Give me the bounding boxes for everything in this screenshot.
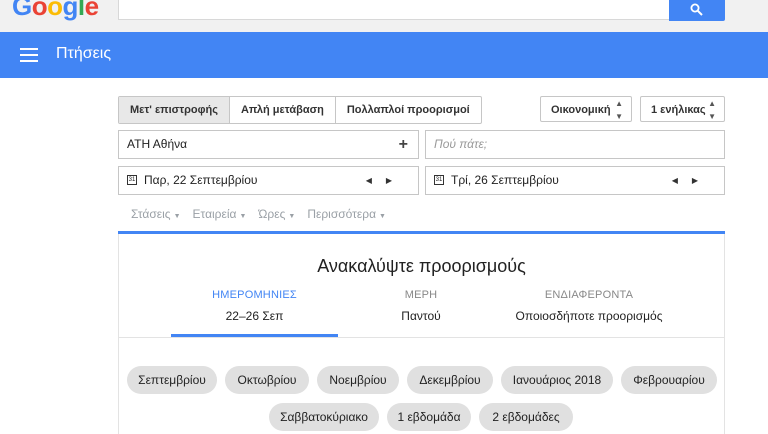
date-prev-next-icons[interactable]: ◀▶: [672, 167, 712, 194]
hamburger-menu-icon[interactable]: [20, 48, 38, 62]
chip-duration[interactable]: 2 εβδομάδες: [479, 403, 573, 431]
updown-arrows-icon: ▲ ▼: [615, 99, 623, 121]
flights-header: Πτήσεις: [0, 32, 768, 78]
origin-value: ΑΤΗ Αθήνα: [127, 137, 188, 151]
add-origin-plus-icon[interactable]: +: [399, 131, 408, 158]
chip-month[interactable]: Οκτωβρίου: [225, 366, 309, 394]
filter-stops[interactable]: Στάσεις ▼: [131, 207, 181, 221]
chip-month[interactable]: Φεβρουαρίου: [621, 366, 717, 394]
calendar-icon: 31: [127, 175, 137, 185]
chip-month[interactable]: Σεπτεμβρίου: [127, 366, 217, 394]
calendar-icon: 31: [434, 175, 444, 185]
dates-heading: ΗΜΕΡΟΜΗΝΙΕΣ: [212, 289, 297, 301]
passengers-value: 1 ενήλικας: [651, 104, 706, 116]
google-search-button[interactable]: [669, 0, 725, 21]
search-icon: [690, 3, 703, 16]
chip-month[interactable]: Νοεμβρίου: [317, 366, 399, 394]
chip-month[interactable]: Δεκεμβρίου: [407, 366, 493, 394]
filter-airline[interactable]: Εταιρεία ▼: [193, 207, 247, 221]
google-search-input[interactable]: [118, 0, 670, 20]
updown-arrows-icon: ▲ ▼: [708, 99, 716, 121]
filter-more[interactable]: Περισσότερα ▼: [307, 207, 386, 221]
trip-type-selector: Μετ' επιστροφής Απλή μετάβαση Πολλαπλοί …: [118, 96, 482, 124]
interests-heading: ΕΝΔΙΑΦΕΡΟΝΤΑ: [544, 289, 634, 301]
tab-multi-city[interactable]: Πολλαπλοί προορισμοί: [336, 97, 481, 123]
discover-card: Ανακαλύψτε προορισμούς ΗΜΕΡΟΜΗΝΙΕΣ 22–26…: [118, 234, 725, 434]
places-heading: ΜΕΡΗ: [404, 289, 438, 301]
tab-dates[interactable]: ΗΜΕΡΟΜΗΝΙΕΣ 22–26 Σεπ: [171, 289, 338, 323]
return-date-field[interactable]: 31 Τρί, 26 Σεπτεμβρίου ◀▶: [425, 166, 725, 195]
destination-placeholder: Πού πάτε;: [434, 137, 488, 151]
interests-value: Οποιοσδήποτε προορισμός: [515, 309, 663, 323]
divider: [119, 337, 724, 338]
depart-date-value: Παρ, 22 Σεπτεμβρίου: [144, 173, 258, 187]
destination-field[interactable]: Πού πάτε;: [425, 130, 725, 159]
date-prev-next-icons[interactable]: ◀▶: [366, 167, 406, 194]
passengers-select[interactable]: 1 ενήλικας ▲ ▼: [640, 96, 725, 122]
page-title: Πτήσεις: [56, 45, 112, 62]
tab-one-way[interactable]: Απλή μετάβαση: [230, 97, 336, 123]
origin-field[interactable]: ΑΤΗ Αθήνα +: [118, 130, 419, 159]
return-date-value: Τρί, 26 Σεπτεμβρίου: [451, 173, 559, 187]
dates-value: 22–26 Σεπ: [225, 309, 284, 323]
chip-month[interactable]: Ιανουάριος 2018: [501, 366, 613, 394]
chip-duration[interactable]: Σαββατοκύριακο: [269, 403, 379, 431]
tab-interests[interactable]: ΕΝΔΙΑΦΕΡΟΝΤΑ Οποιοσδήποτε προορισμός: [499, 289, 679, 323]
tab-round-trip[interactable]: Μετ' επιστροφής: [119, 97, 230, 123]
cabin-class-select[interactable]: Οικονομική ▲ ▼: [540, 96, 632, 122]
tab-places[interactable]: ΜΕΡΗ Παντού: [356, 289, 486, 323]
discover-title: Ανακαλύψτε προορισμούς: [317, 256, 526, 276]
filter-times[interactable]: Ώρες ▼: [258, 207, 295, 221]
cabin-class-value: Οικονομική: [551, 104, 611, 116]
filter-bar: Στάσεις ▼ Εταιρεία ▼ Ώρες ▼ Περισσότερα ▼: [131, 207, 386, 221]
places-value: Παντού: [401, 309, 441, 323]
chip-duration[interactable]: 1 εβδομάδα: [387, 403, 471, 431]
google-logo[interactable]: Google: [12, 0, 99, 22]
google-bar: Google: [0, 0, 768, 33]
depart-date-field[interactable]: 31 Παρ, 22 Σεπτεμβρίου ◀▶: [118, 166, 419, 195]
